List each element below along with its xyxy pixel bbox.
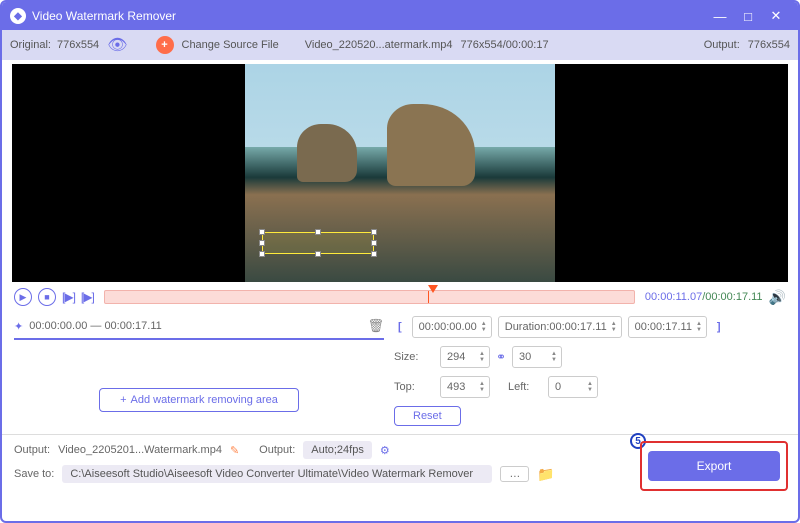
- height-input[interactable]: 30▲▼: [512, 346, 562, 368]
- duration-input[interactable]: Duration:00:00:17.11▲▼: [498, 316, 622, 338]
- width-input[interactable]: 294▲▼: [440, 346, 490, 368]
- timeline-track[interactable]: [104, 290, 635, 304]
- original-label: Original:: [10, 39, 51, 51]
- rename-output-icon[interactable]: ✎: [230, 444, 239, 457]
- end-time-input[interactable]: 00:00:17.11▲▼: [628, 316, 707, 338]
- bottom-panel: 5 Export Output: Video_2205201...Waterma…: [2, 434, 798, 489]
- delete-segment-icon[interactable]: 🗑: [367, 318, 384, 334]
- export-button[interactable]: Export: [648, 451, 780, 481]
- top-label: Top:: [394, 381, 434, 393]
- playback-controls: ▶ ■ [▶] [▶] 00:00:11.07/00:00:17.11 🔊: [2, 282, 798, 312]
- output-filename: Video_2205201...Watermark.mp4: [58, 444, 222, 456]
- original-dims: 776x554: [57, 39, 99, 51]
- segment-bar: ✦ 00:00:00.00 — 00:00:17.11 🗑: [14, 316, 384, 340]
- change-source-label[interactable]: Change Source File: [182, 39, 279, 51]
- set-end-bracket[interactable]: ]: [713, 321, 725, 333]
- add-watermark-area-button[interactable]: + Add watermark removing area: [99, 388, 299, 412]
- titlebar: ◆ Video Watermark Remover — □ ✕: [2, 2, 798, 30]
- watermark-selection-box[interactable]: [262, 232, 374, 254]
- output-format[interactable]: Auto;24fps: [303, 441, 372, 459]
- total-time: /00:00:17.11: [702, 291, 762, 303]
- output-label: Output:: [704, 39, 740, 51]
- stop-button[interactable]: ■: [38, 288, 56, 306]
- file-info: 776x554/00:00:17: [461, 39, 549, 51]
- playhead-marker-icon[interactable]: [428, 285, 438, 293]
- left-input[interactable]: 0▲▼: [548, 376, 598, 398]
- app-title: Video Watermark Remover: [32, 9, 706, 23]
- top-input[interactable]: 493▲▼: [440, 376, 490, 398]
- output-format-label: Output:: [259, 444, 295, 456]
- reset-button[interactable]: Reset: [394, 406, 461, 426]
- set-start-bracket[interactable]: [: [394, 321, 406, 333]
- video-preview[interactable]: [12, 64, 788, 282]
- left-label: Left:: [508, 381, 542, 393]
- minimize-button[interactable]: —: [706, 9, 734, 24]
- toolbar: Original: 776x554 👁 + Change Source File…: [2, 30, 798, 60]
- save-to-label: Save to:: [14, 468, 54, 480]
- current-time: 00:00:11.07: [645, 291, 702, 303]
- play-button[interactable]: ▶: [14, 288, 32, 306]
- segment-range: 00:00:00.00 — 00:00:17.11: [29, 320, 367, 332]
- maximize-button[interactable]: □: [734, 9, 762, 24]
- browse-path-button[interactable]: …: [500, 466, 529, 482]
- export-highlight: Export: [640, 441, 788, 491]
- output-dims: 776x554: [748, 39, 790, 51]
- add-source-button[interactable]: +: [156, 36, 174, 54]
- output-file-label: Output:: [14, 444, 50, 456]
- next-frame-button[interactable]: [▶]: [81, 290, 94, 304]
- close-button[interactable]: ✕: [762, 8, 790, 24]
- app-logo-icon: ◆: [10, 8, 26, 24]
- open-folder-icon[interactable]: 📁: [537, 466, 554, 483]
- segment-marker-icon[interactable]: ✦: [14, 320, 23, 333]
- current-filename: Video_220520...atermark.mp4: [305, 39, 453, 51]
- prev-frame-button[interactable]: [▶]: [62, 290, 75, 304]
- plus-icon: +: [120, 394, 126, 406]
- start-time-input[interactable]: 00:00:00.00▲▼: [412, 316, 492, 338]
- preview-toggle-icon[interactable]: 👁: [107, 35, 127, 55]
- volume-icon[interactable]: 🔊: [769, 289, 786, 306]
- lock-aspect-icon[interactable]: ⚭: [496, 350, 506, 364]
- size-label: Size:: [394, 351, 434, 363]
- save-path: C:\Aiseesoft Studio\Aiseesoft Video Conv…: [62, 465, 492, 483]
- output-settings-icon[interactable]: ⚙: [380, 444, 390, 457]
